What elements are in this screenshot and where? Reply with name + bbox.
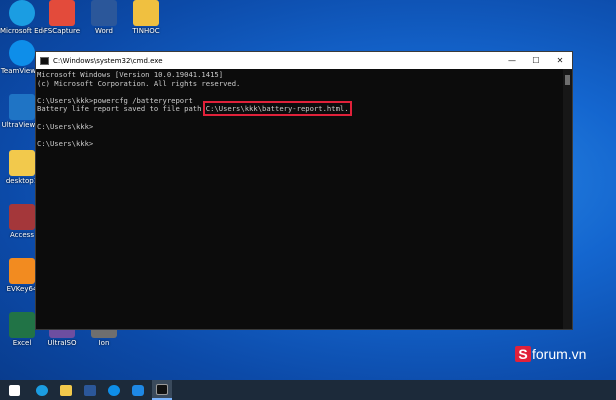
cmd-icon	[40, 56, 49, 65]
console-line: Battery life report saved to file path C…	[37, 101, 563, 117]
desktop-icon-edge[interactable]: Microsoft Edge	[0, 0, 44, 35]
highlighted-report-path: C:\Users\kkk\battery-report.html.	[202, 101, 352, 117]
taskbar-explorer[interactable]	[56, 380, 76, 400]
desktop-icon-label: Word	[95, 27, 113, 35]
word-icon	[91, 0, 117, 26]
taskbar-start-button[interactable]	[4, 380, 24, 400]
taskbar-word[interactable]	[80, 380, 100, 400]
folder-icon	[60, 384, 72, 396]
zalo-icon	[132, 384, 144, 396]
taskbar-zalo[interactable]	[128, 380, 148, 400]
access-icon	[9, 204, 35, 230]
edge-icon	[9, 0, 35, 26]
sforum-watermark: S forum.vn	[515, 346, 586, 362]
fscapture-icon	[49, 0, 75, 26]
teamviewer-icon	[9, 40, 35, 66]
cmd-window[interactable]: C:\Windows\system32\cmd.exe — ☐ ✕ Micros…	[35, 51, 573, 330]
word-icon	[84, 384, 96, 396]
windows-icon	[8, 384, 20, 396]
cmd-icon	[156, 383, 168, 395]
close-button[interactable]: ✕	[548, 52, 572, 69]
console-output[interactable]: Microsoft Windows [Version 10.0.19041.14…	[36, 69, 563, 329]
ultraviewer-icon	[9, 94, 35, 120]
maximize-button[interactable]: ☐	[524, 52, 548, 69]
taskbar-teamviewer[interactable]	[104, 380, 124, 400]
taskbar-edge[interactable]	[32, 380, 52, 400]
console-line: ​	[37, 131, 563, 140]
vertical-scrollbar[interactable]	[563, 69, 572, 329]
desktop-icon-fscapture[interactable]: FSCapture	[40, 0, 84, 35]
console-line: C:\Users\kkk>	[37, 121, 94, 131]
edge-icon	[36, 384, 48, 396]
watermark-text: forum.vn	[532, 346, 587, 362]
evkey-icon	[9, 258, 35, 284]
taskbar	[0, 380, 616, 400]
desktop-icon-label: UltraISO	[47, 339, 77, 347]
folder-icon	[9, 150, 35, 176]
console-prompt[interactable]: C:\Users\kkk>	[37, 139, 563, 149]
console-line: (c) Microsoft Corporation. All rights re…	[37, 78, 241, 88]
sforum-logo: S	[515, 346, 531, 362]
excel-icon	[9, 312, 35, 338]
minimize-button[interactable]: —	[500, 52, 524, 69]
desktop-icon-word[interactable]: Word	[82, 0, 126, 35]
report-message: Battery life report saved to file path	[37, 104, 206, 114]
window-title: C:\Windows\system32\cmd.exe	[53, 56, 163, 65]
desktop-icon-label: Excel	[12, 339, 32, 347]
console-line: ​	[37, 114, 563, 123]
folder-icon	[133, 0, 159, 26]
desktop-icon-label: TINHOC	[132, 27, 160, 35]
scrollbar-thumb[interactable]	[565, 75, 570, 85]
cmd-titlebar[interactable]: C:\Windows\system32\cmd.exe — ☐ ✕	[36, 52, 572, 69]
desktop-icon-label: Microsoft Edge	[0, 27, 44, 35]
desktop-icon-tinhoc[interactable]: TINHOC	[124, 0, 168, 35]
taskbar-cmd[interactable]	[152, 380, 172, 400]
desktop-icon-label: FSCapture	[43, 27, 81, 35]
desktop-icon-label: Ion	[98, 339, 110, 347]
teamviewer-icon	[108, 384, 120, 396]
